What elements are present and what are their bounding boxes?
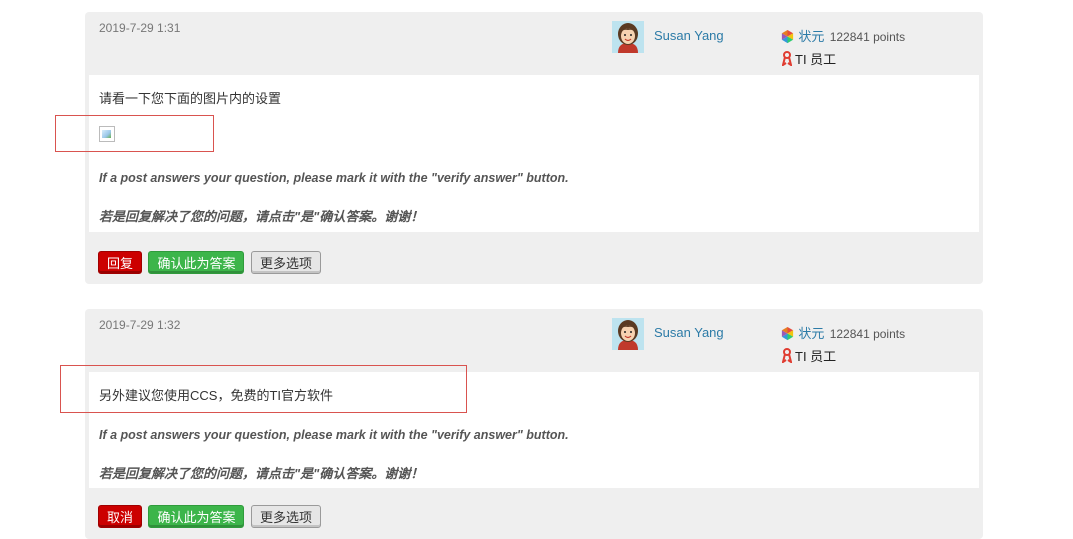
signature-chinese: 若是回复解决了您的问题，请点击"是"确认答案。谢谢！ — [99, 209, 424, 224]
post-timestamp: 2019-7-29 1:32 — [99, 318, 181, 332]
reply-button[interactable]: 回复 — [98, 251, 143, 274]
rank-info: 状元 122841 points — [780, 26, 905, 45]
broken-image-icon[interactable] — [99, 126, 115, 142]
hexagon-rank-icon — [780, 326, 795, 341]
more-options-button[interactable]: 更多选项 — [250, 251, 321, 274]
forum-post: 2019-7-29 1:31 Susan Yang 状元 122841 poin… — [85, 12, 983, 284]
signature-english: If a post answers your question, please … — [99, 171, 569, 185]
signature-english: If a post answers your question, please … — [99, 428, 569, 442]
more-options-button[interactable]: 更多选项 — [250, 505, 321, 528]
points-count: 122841 points — [829, 30, 906, 44]
post-timestamp: 2019-7-29 1:31 — [99, 21, 181, 35]
post-text: 请看一下您下面的图片内的设置 — [99, 91, 282, 106]
staff-badge: TI 员工 — [781, 346, 837, 365]
woman-avatar-icon[interactable] — [612, 21, 644, 53]
rank-name[interactable]: 状元 — [798, 326, 824, 341]
post-header: 2019-7-29 1:31 Susan Yang 状元 122841 poin… — [85, 12, 983, 75]
author-name[interactable]: Susan Yang — [654, 325, 724, 340]
post-actions: 取消 确认此为答案 更多选项 — [98, 505, 323, 528]
post-body: 请看一下您下面的图片内的设置 If a post answers your qu… — [89, 75, 979, 232]
author-name[interactable]: Susan Yang — [654, 28, 724, 43]
red-ribbon-icon — [781, 348, 793, 365]
staff-label: TI 员工 — [795, 52, 837, 67]
post-text: 另外建议您使用CCS，免费的TI官方软件 — [99, 388, 334, 403]
verify-answer-button[interactable]: 确认此为答案 — [148, 505, 245, 528]
signature-chinese: 若是回复解决了您的问题，请点击"是"确认答案。谢谢！ — [99, 466, 424, 481]
cancel-button[interactable]: 取消 — [98, 505, 143, 528]
staff-badge: TI 员工 — [781, 49, 837, 68]
forum-post: 2019-7-29 1:32 Susan Yang 状元 122841 poin… — [85, 309, 983, 539]
staff-label: TI 员工 — [795, 349, 837, 364]
hexagon-rank-icon — [780, 29, 795, 44]
points-count: 122841 points — [829, 327, 906, 341]
post-header: 2019-7-29 1:32 Susan Yang 状元 122841 poin… — [85, 309, 983, 372]
verify-answer-button[interactable]: 确认此为答案 — [148, 251, 245, 274]
rank-info: 状元 122841 points — [780, 323, 905, 342]
red-ribbon-icon — [781, 51, 793, 68]
rank-name[interactable]: 状元 — [798, 29, 824, 44]
post-body: 另外建议您使用CCS，免费的TI官方软件 If a post answers y… — [89, 372, 979, 488]
post-actions: 回复 确认此为答案 更多选项 — [98, 251, 323, 274]
woman-avatar-icon[interactable] — [612, 318, 644, 350]
